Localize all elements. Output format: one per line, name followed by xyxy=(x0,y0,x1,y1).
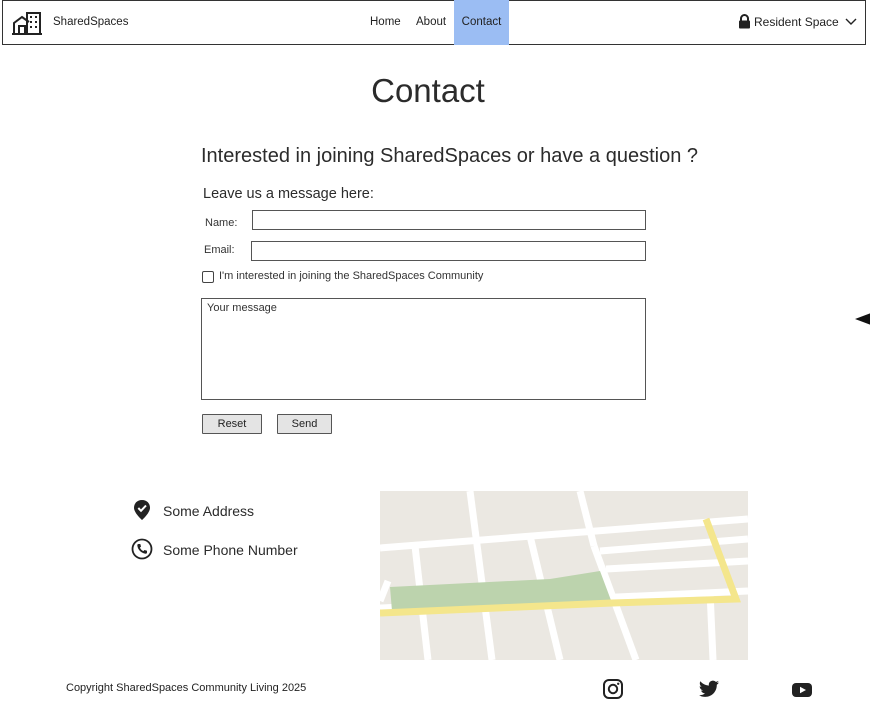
form-lead-text: Leave us a message here: xyxy=(203,186,374,202)
cursor-arrow-icon xyxy=(855,313,870,325)
address-text: Some Address xyxy=(163,503,255,519)
name-field[interactable] xyxy=(252,210,646,230)
join-checkbox-label: I'm interested in joining the SharedSpac… xyxy=(219,270,484,282)
nav-about[interactable]: About xyxy=(409,0,453,45)
nav-home[interactable]: Home xyxy=(363,0,408,45)
twitter-icon[interactable] xyxy=(698,678,720,700)
resident-space-label: Resident Space xyxy=(754,14,839,29)
youtube-icon[interactable] xyxy=(791,679,813,701)
phone-icon xyxy=(131,538,153,560)
email-field[interactable] xyxy=(251,241,646,261)
message-placeholder: Your message xyxy=(207,302,277,314)
nav-contact[interactable]: Contact xyxy=(454,0,509,45)
instagram-icon[interactable] xyxy=(602,678,624,700)
building-icon[interactable] xyxy=(12,10,42,36)
resident-space-menu[interactable]: Resident Space xyxy=(738,14,857,29)
brand-name[interactable]: SharedSpaces xyxy=(53,16,128,28)
send-button[interactable]: Send xyxy=(277,414,332,434)
email-label: Email: xyxy=(204,244,235,256)
message-textarea[interactable]: Your message xyxy=(201,298,646,400)
join-checkbox[interactable] xyxy=(202,271,214,283)
location-map[interactable] xyxy=(380,491,748,660)
lock-icon xyxy=(739,14,750,29)
copyright-text: Copyright SharedSpaces Community Living … xyxy=(66,682,307,694)
page-subtitle: Interested in joining SharedSpaces or ha… xyxy=(201,145,699,167)
page-title: Contact xyxy=(371,72,485,109)
name-label: Name: xyxy=(205,217,238,229)
phone-text: Some Phone Number xyxy=(163,542,298,558)
location-check-icon xyxy=(134,500,150,520)
chevron-down-icon xyxy=(845,18,857,25)
reset-button[interactable]: Reset xyxy=(202,414,262,434)
